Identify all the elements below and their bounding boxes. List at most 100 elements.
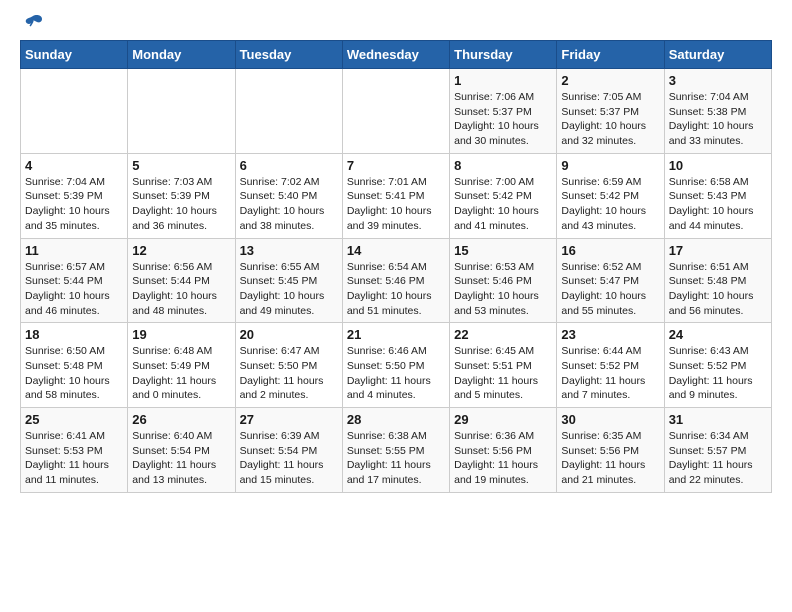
- logo: [20, 16, 44, 30]
- day-content: Sunrise: 6:51 AM Sunset: 5:48 PM Dayligh…: [669, 260, 767, 319]
- day-number: 13: [240, 243, 338, 258]
- calendar-cell: 19 Sunrise: 6:48 AM Sunset: 5:49 PM Dayli…: [128, 323, 235, 408]
- column-header-friday: Friday: [557, 41, 664, 69]
- day-content: Sunrise: 6:58 AM Sunset: 5:43 PM Dayligh…: [669, 175, 767, 234]
- calendar-cell: [21, 69, 128, 154]
- column-header-sunday: Sunday: [21, 41, 128, 69]
- calendar-cell: 25 Sunrise: 6:41 AM Sunset: 5:53 PM Dayli…: [21, 408, 128, 493]
- calendar-cell: 10 Sunrise: 6:58 AM Sunset: 5:43 PM Dayli…: [664, 153, 771, 238]
- day-content: Sunrise: 6:54 AM Sunset: 5:46 PM Dayligh…: [347, 260, 445, 319]
- day-number: 19: [132, 327, 230, 342]
- calendar-cell: 16 Sunrise: 6:52 AM Sunset: 5:47 PM Dayli…: [557, 238, 664, 323]
- day-content: Sunrise: 6:40 AM Sunset: 5:54 PM Dayligh…: [132, 429, 230, 488]
- day-content: Sunrise: 6:41 AM Sunset: 5:53 PM Dayligh…: [25, 429, 123, 488]
- day-number: 27: [240, 412, 338, 427]
- calendar-week-row: 11Sunrise: 6:57 AM Sunset: 5:44 PM Dayli…: [21, 238, 772, 323]
- day-content: Sunrise: 6:56 AM Sunset: 5:44 PM Dayligh…: [132, 260, 230, 319]
- day-number: 6: [240, 158, 338, 173]
- day-number: 15: [454, 243, 552, 258]
- calendar-cell: 28 Sunrise: 6:38 AM Sunset: 5:55 PM Dayli…: [342, 408, 449, 493]
- day-number: 28: [347, 412, 445, 427]
- calendar-cell: 1Sunrise: 7:06 AM Sunset: 5:37 PM Daylig…: [450, 69, 557, 154]
- day-content: Sunrise: 7:04 AM Sunset: 5:38 PM Dayligh…: [669, 90, 767, 149]
- day-content: Sunrise: 6:46 AM Sunset: 5:50 PM Dayligh…: [347, 344, 445, 403]
- day-number: 24: [669, 327, 767, 342]
- day-number: 17: [669, 243, 767, 258]
- day-content: Sunrise: 6:47 AM Sunset: 5:50 PM Dayligh…: [240, 344, 338, 403]
- day-content: Sunrise: 6:48 AM Sunset: 5:49 PM Dayligh…: [132, 344, 230, 403]
- calendar-cell: 26Sunrise: 6:40 AM Sunset: 5:54 PM Dayli…: [128, 408, 235, 493]
- calendar-cell: 24 Sunrise: 6:43 AM Sunset: 5:52 PM Dayli…: [664, 323, 771, 408]
- day-number: 8: [454, 158, 552, 173]
- calendar-cell: [235, 69, 342, 154]
- calendar-cell: 7 Sunrise: 7:01 AM Sunset: 5:41 PM Daylig…: [342, 153, 449, 238]
- day-number: 18: [25, 327, 123, 342]
- logo-bird-icon: [22, 12, 44, 34]
- day-number: 3: [669, 73, 767, 88]
- day-number: 31: [669, 412, 767, 427]
- calendar-cell: 30 Sunrise: 6:35 AM Sunset: 5:56 PM Dayli…: [557, 408, 664, 493]
- day-number: 4: [25, 158, 123, 173]
- calendar-header-row: SundayMondayTuesdayWednesdayThursdayFrid…: [21, 41, 772, 69]
- day-number: 23: [561, 327, 659, 342]
- day-content: Sunrise: 6:35 AM Sunset: 5:56 PM Dayligh…: [561, 429, 659, 488]
- day-number: 25: [25, 412, 123, 427]
- day-number: 12: [132, 243, 230, 258]
- day-number: 2: [561, 73, 659, 88]
- day-content: Sunrise: 7:04 AM Sunset: 5:39 PM Dayligh…: [25, 175, 123, 234]
- calendar-cell: 14 Sunrise: 6:54 AM Sunset: 5:46 PM Dayli…: [342, 238, 449, 323]
- day-content: Sunrise: 7:05 AM Sunset: 5:37 PM Dayligh…: [561, 90, 659, 149]
- day-content: Sunrise: 6:57 AM Sunset: 5:44 PM Dayligh…: [25, 260, 123, 319]
- day-number: 20: [240, 327, 338, 342]
- column-header-thursday: Thursday: [450, 41, 557, 69]
- day-content: Sunrise: 6:50 AM Sunset: 5:48 PM Dayligh…: [25, 344, 123, 403]
- column-header-tuesday: Tuesday: [235, 41, 342, 69]
- day-number: 14: [347, 243, 445, 258]
- day-content: Sunrise: 6:52 AM Sunset: 5:47 PM Dayligh…: [561, 260, 659, 319]
- calendar-cell: 17 Sunrise: 6:51 AM Sunset: 5:48 PM Dayli…: [664, 238, 771, 323]
- day-content: Sunrise: 7:00 AM Sunset: 5:42 PM Dayligh…: [454, 175, 552, 234]
- day-content: Sunrise: 7:06 AM Sunset: 5:37 PM Dayligh…: [454, 90, 552, 149]
- calendar-cell: 29Sunrise: 6:36 AM Sunset: 5:56 PM Dayli…: [450, 408, 557, 493]
- day-number: 5: [132, 158, 230, 173]
- calendar-week-row: 4 Sunrise: 7:04 AM Sunset: 5:39 PM Daylig…: [21, 153, 772, 238]
- day-content: Sunrise: 7:02 AM Sunset: 5:40 PM Dayligh…: [240, 175, 338, 234]
- column-header-wednesday: Wednesday: [342, 41, 449, 69]
- day-content: Sunrise: 6:43 AM Sunset: 5:52 PM Dayligh…: [669, 344, 767, 403]
- day-content: Sunrise: 6:45 AM Sunset: 5:51 PM Dayligh…: [454, 344, 552, 403]
- calendar-cell: 15 Sunrise: 6:53 AM Sunset: 5:46 PM Dayli…: [450, 238, 557, 323]
- day-content: Sunrise: 6:34 AM Sunset: 5:57 PM Dayligh…: [669, 429, 767, 488]
- calendar-cell: 9Sunrise: 6:59 AM Sunset: 5:42 PM Daylig…: [557, 153, 664, 238]
- calendar-table: SundayMondayTuesdayWednesdayThursdayFrid…: [20, 40, 772, 493]
- day-content: Sunrise: 6:59 AM Sunset: 5:42 PM Dayligh…: [561, 175, 659, 234]
- calendar-cell: 6 Sunrise: 7:02 AM Sunset: 5:40 PM Daylig…: [235, 153, 342, 238]
- calendar-cell: 5 Sunrise: 7:03 AM Sunset: 5:39 PM Daylig…: [128, 153, 235, 238]
- day-number: 16: [561, 243, 659, 258]
- calendar-cell: [342, 69, 449, 154]
- calendar-cell: 23Sunrise: 6:44 AM Sunset: 5:52 PM Dayli…: [557, 323, 664, 408]
- day-number: 7: [347, 158, 445, 173]
- calendar-cell: 12 Sunrise: 6:56 AM Sunset: 5:44 PM Dayli…: [128, 238, 235, 323]
- calendar-week-row: 25 Sunrise: 6:41 AM Sunset: 5:53 PM Dayli…: [21, 408, 772, 493]
- calendar-cell: 4 Sunrise: 7:04 AM Sunset: 5:39 PM Daylig…: [21, 153, 128, 238]
- day-content: Sunrise: 7:01 AM Sunset: 5:41 PM Dayligh…: [347, 175, 445, 234]
- calendar-cell: 27 Sunrise: 6:39 AM Sunset: 5:54 PM Dayli…: [235, 408, 342, 493]
- day-number: 21: [347, 327, 445, 342]
- calendar-cell: [128, 69, 235, 154]
- day-number: 29: [454, 412, 552, 427]
- day-number: 10: [669, 158, 767, 173]
- calendar-cell: 8 Sunrise: 7:00 AM Sunset: 5:42 PM Daylig…: [450, 153, 557, 238]
- day-content: Sunrise: 6:38 AM Sunset: 5:55 PM Dayligh…: [347, 429, 445, 488]
- calendar-cell: 21 Sunrise: 6:46 AM Sunset: 5:50 PM Dayli…: [342, 323, 449, 408]
- day-number: 30: [561, 412, 659, 427]
- column-header-monday: Monday: [128, 41, 235, 69]
- calendar-cell: 18 Sunrise: 6:50 AM Sunset: 5:48 PM Dayli…: [21, 323, 128, 408]
- calendar-cell: 13Sunrise: 6:55 AM Sunset: 5:45 PM Dayli…: [235, 238, 342, 323]
- day-content: Sunrise: 6:39 AM Sunset: 5:54 PM Dayligh…: [240, 429, 338, 488]
- day-content: Sunrise: 7:03 AM Sunset: 5:39 PM Dayligh…: [132, 175, 230, 234]
- day-content: Sunrise: 6:53 AM Sunset: 5:46 PM Dayligh…: [454, 260, 552, 319]
- calendar-cell: 20 Sunrise: 6:47 AM Sunset: 5:50 PM Dayli…: [235, 323, 342, 408]
- calendar-cell: 31 Sunrise: 6:34 AM Sunset: 5:57 PM Dayli…: [664, 408, 771, 493]
- calendar-week-row: 18 Sunrise: 6:50 AM Sunset: 5:48 PM Dayli…: [21, 323, 772, 408]
- calendar-cell: 3 Sunrise: 7:04 AM Sunset: 5:38 PM Daylig…: [664, 69, 771, 154]
